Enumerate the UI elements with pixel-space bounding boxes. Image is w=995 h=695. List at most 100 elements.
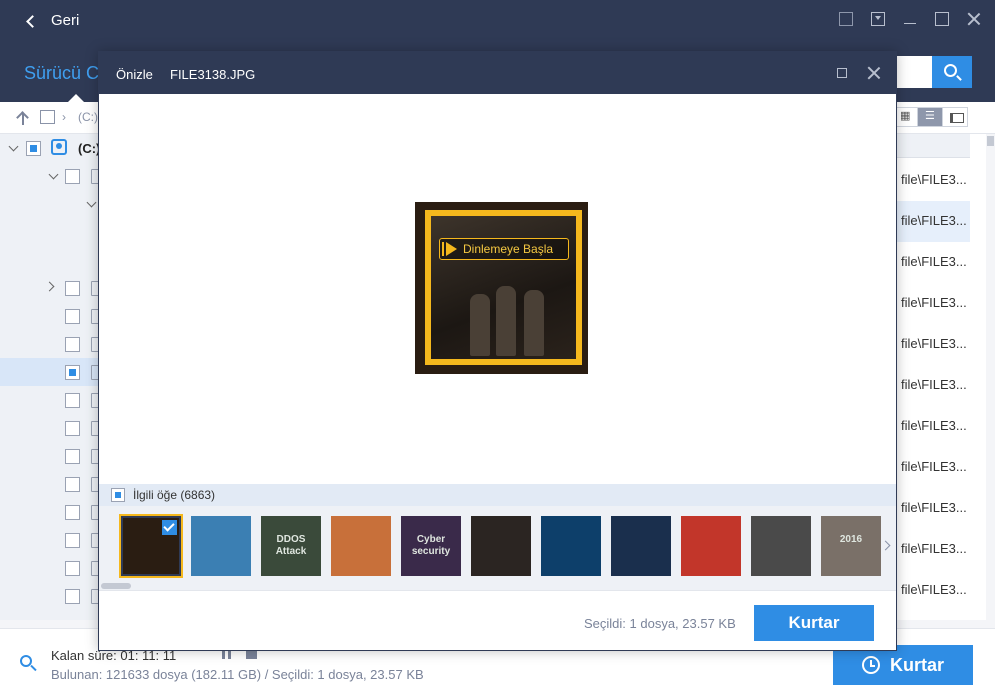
listen-banner: Dinlemeye Başla	[439, 238, 569, 260]
file-list-row[interactable]: file\FILE3...	[897, 406, 970, 447]
title-bar: Geri	[0, 0, 995, 44]
up-arrow-icon[interactable]	[16, 110, 30, 126]
tree-checkbox[interactable]	[65, 561, 80, 576]
tree-row[interactable]	[0, 274, 99, 302]
found-summary: Bulunan: 121633 dosya (182.11 GB) / Seçi…	[51, 667, 424, 682]
chevron-right-icon[interactable]	[880, 540, 891, 551]
chevron-right-icon[interactable]	[44, 281, 55, 292]
tree-checkbox[interactable]	[65, 589, 80, 604]
tree-checkbox[interactable]	[26, 141, 41, 156]
tree-row[interactable]	[0, 302, 99, 330]
maximize-icon[interactable]	[935, 12, 949, 26]
chevron-down-icon[interactable]	[48, 169, 59, 180]
scroll-thumb[interactable]	[987, 136, 994, 146]
file-list-row[interactable]: file\FILE3...	[897, 570, 970, 611]
preview-pane-icon[interactable]	[942, 107, 968, 127]
thumbnail[interactable]: 2016	[821, 516, 881, 576]
thumbnail[interactable]	[471, 516, 531, 576]
tree-checkbox[interactable]	[65, 169, 80, 184]
related-items-bar: İlgili öğe (6863)	[99, 484, 896, 506]
breadcrumb[interactable]: (C:)	[78, 110, 98, 124]
drive-icon	[51, 139, 67, 155]
close-icon[interactable]	[867, 66, 881, 80]
back-chevron-icon	[26, 14, 39, 28]
search-button[interactable]	[932, 56, 972, 88]
tree-row[interactable]	[0, 190, 99, 218]
tree-row-drive[interactable]: (C:)	[0, 134, 99, 162]
file-list-row[interactable]: file\FILE3...	[897, 529, 970, 570]
tree-checkbox[interactable]	[65, 449, 80, 464]
thumbnail-scrollbar[interactable]	[99, 582, 896, 590]
file-list-row[interactable]: file\FILE3...	[897, 488, 970, 529]
tree-row[interactable]	[0, 162, 99, 190]
banner-text: Dinlemeye Başla	[463, 242, 554, 256]
vertical-scrollbar[interactable]	[986, 134, 995, 628]
tree-row[interactable]	[0, 414, 99, 442]
file-list-row[interactable]: file\FILE3...	[897, 283, 970, 324]
preview-image: Dinlemeye Başla	[415, 202, 588, 374]
thumbnail-text: 2016	[839, 534, 863, 545]
tree-row[interactable]	[0, 330, 99, 358]
tree-row[interactable]	[0, 470, 99, 498]
tree-row[interactable]	[0, 526, 99, 554]
file-list-row[interactable]: file\FILE3...	[897, 365, 970, 406]
tree-row[interactable]	[0, 498, 99, 526]
related-checkbox[interactable]	[111, 488, 125, 502]
folder-tree-icon[interactable]	[40, 110, 55, 124]
preview-dialog: Önizle FILE3138.JPG Dinlemeye Başla İlgi…	[98, 51, 897, 651]
dialog-title: Önizle	[116, 67, 153, 82]
thumbnail[interactable]	[191, 516, 251, 576]
thumbnail[interactable]	[119, 514, 183, 578]
feedback-icon[interactable]	[839, 12, 853, 26]
tree-checkbox[interactable]	[65, 505, 80, 520]
tree-checkbox[interactable]	[65, 421, 80, 436]
tree-row[interactable]	[0, 386, 99, 414]
download-icon[interactable]	[871, 12, 885, 26]
minimize-icon[interactable]	[903, 12, 917, 26]
thumbnail[interactable]: Cyber security	[401, 516, 461, 576]
tree-checkbox[interactable]	[65, 533, 80, 548]
file-list-row[interactable]: file\FILE3...	[897, 201, 970, 242]
chevron-down-icon[interactable]	[8, 141, 19, 152]
checkmark-icon[interactable]	[162, 520, 177, 535]
search-icon	[944, 64, 957, 77]
thumbnail-text: DDOS Attack	[275, 534, 307, 557]
thumbnail[interactable]	[751, 516, 811, 576]
thumbnail[interactable]	[681, 516, 741, 576]
tree-row-selected[interactable]	[0, 358, 99, 386]
recover-button[interactable]: Kurtar	[833, 645, 973, 685]
tree-checkbox[interactable]	[65, 281, 80, 296]
tree-checkbox[interactable]	[65, 393, 80, 408]
image-figures	[466, 271, 551, 356]
tree-checkbox[interactable]	[65, 365, 80, 380]
search-input[interactable]	[895, 56, 933, 88]
file-list-row[interactable]: file\FILE3...	[897, 447, 970, 488]
file-list: file\FILE3... file\FILE3... file\FILE3... f…	[897, 160, 970, 611]
close-icon[interactable]	[967, 12, 981, 26]
thumbnail[interactable]	[331, 516, 391, 576]
thumbnail[interactable]	[611, 516, 671, 576]
back-button[interactable]: Geri	[26, 12, 80, 29]
tree-row[interactable]	[0, 442, 99, 470]
dialog-filename: FILE3138.JPG	[170, 67, 256, 82]
thumbnail[interactable]: DDOS Attack	[261, 516, 321, 576]
file-list-row[interactable]: file\FILE3...	[897, 242, 970, 283]
chevron-down-icon[interactable]	[86, 197, 97, 208]
tree-row[interactable]	[0, 582, 99, 610]
thumbnail[interactable]	[541, 516, 601, 576]
scroll-thumb[interactable]	[101, 583, 131, 589]
recover-label: Kurtar	[889, 654, 944, 675]
selected-info: Seçildi: 1 dosya, 23.57 KB	[584, 616, 736, 631]
view-switcher	[892, 107, 968, 127]
file-list-row[interactable]: file\FILE3...	[897, 324, 970, 365]
tree-row[interactable]	[0, 554, 99, 582]
dialog-recover-button[interactable]: Kurtar	[754, 605, 874, 641]
tree-checkbox[interactable]	[65, 337, 80, 352]
tree-checkbox[interactable]	[65, 477, 80, 492]
tree-checkbox[interactable]	[65, 309, 80, 324]
list-view-icon[interactable]	[917, 107, 943, 127]
back-label: Geri	[51, 12, 80, 29]
maximize-icon[interactable]	[837, 68, 847, 78]
history-icon	[861, 656, 880, 674]
file-list-row[interactable]: file\FILE3...	[897, 160, 970, 201]
